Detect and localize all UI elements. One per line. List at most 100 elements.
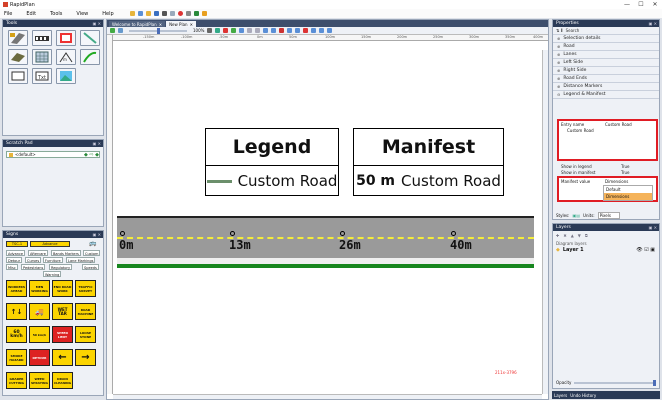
sign-road-machine[interactable]: ROAD MACHINE	[75, 303, 96, 320]
sign-smoke-hazard[interactable]: SMOKE HAZARD	[6, 349, 27, 366]
sign-50-kmh[interactable]: 50 km/h	[29, 326, 50, 343]
road-tool[interactable]	[8, 30, 28, 46]
marker-handle[interactable]	[451, 231, 456, 236]
tab-pedestrians[interactable]: Pedestrians	[21, 264, 46, 270]
tab-bands[interactable]: Bands Markers	[51, 250, 81, 256]
tab-layers[interactable]: Layers	[554, 393, 567, 398]
flip-icon[interactable]	[295, 28, 301, 33]
new-icon[interactable]	[129, 11, 135, 16]
delete-icon[interactable]	[223, 28, 229, 33]
sign-left-arrow[interactable]: ←	[52, 349, 73, 366]
menu-file[interactable]: File	[4, 11, 12, 17]
down-icon[interactable]: ▼	[578, 233, 581, 238]
sign-workers-ahead[interactable]: WORKERS AHEAD	[6, 280, 27, 297]
sort-icon[interactable]: ⇅ Ⅱ	[556, 28, 563, 33]
layer-icon[interactable]	[239, 28, 245, 33]
help-icon[interactable]	[201, 11, 207, 16]
grid-icon[interactable]	[247, 28, 253, 33]
sign-detour[interactable]: DETOUR	[29, 349, 50, 366]
tab-advance[interactable]: Advance	[6, 250, 26, 256]
sign-grader-cutting[interactable]: GRADER CUTTING	[6, 372, 27, 389]
text-tool[interactable]: Txt	[32, 68, 52, 84]
image-tool[interactable]	[56, 68, 76, 84]
marker-handle[interactable]	[230, 231, 235, 236]
section-road-ends[interactable]: ⊕ Road Ends	[553, 75, 659, 83]
vehicle-icon[interactable]: 🚌	[89, 240, 96, 247]
line-tool[interactable]	[80, 30, 100, 46]
dropdown-option-dimensions[interactable]: Dimensions	[604, 193, 652, 200]
add-layer-icon[interactable]: ✚	[556, 233, 559, 238]
minimize-button[interactable]: —	[620, 0, 634, 9]
manifest-box[interactable]: Manifest 50 m Custom Road	[353, 128, 504, 196]
menu-help[interactable]: Help	[102, 11, 113, 17]
up-icon[interactable]: ▲	[571, 233, 574, 238]
text-icon[interactable]	[311, 28, 317, 33]
tab-lane-markings[interactable]: Lane Markings	[66, 257, 96, 263]
sign-60-kmh[interactable]: 60 km/h	[6, 326, 27, 343]
tsc-select[interactable]: TSC-1	[6, 241, 28, 247]
export-icon[interactable]	[327, 28, 333, 33]
rotate-icon[interactable]	[118, 28, 123, 33]
barrier-tool[interactable]	[32, 30, 52, 46]
save-icon[interactable]	[153, 11, 159, 16]
tab-detour[interactable]: Detour	[6, 257, 23, 263]
measure-icon[interactable]	[319, 28, 325, 33]
section-selection-details[interactable]: ⊕ Selection details	[553, 35, 659, 43]
sign-weed-spraying[interactable]: WEED SPRAYING	[29, 372, 50, 389]
print-icon[interactable]	[161, 11, 167, 16]
vehicle-tool[interactable]	[8, 49, 28, 65]
tab-welcome[interactable]: Welcome to RapidPlan ✕	[109, 21, 166, 27]
tab-undo-history[interactable]: Undo History	[570, 393, 596, 398]
dropdown-option-default[interactable]: Default	[604, 186, 652, 193]
add-icon[interactable]: ◆ ⇨ ◆	[84, 152, 99, 158]
remove-icon[interactable]	[279, 28, 285, 33]
tab-custom[interactable]: Custom	[83, 250, 101, 256]
units-select[interactable]: Pixels	[597, 212, 620, 219]
copy-icon[interactable]	[263, 28, 269, 33]
tab-misc[interactable]: Misc	[6, 264, 18, 270]
fit-icon[interactable]	[215, 28, 221, 33]
zoom-icon[interactable]	[207, 28, 213, 33]
curve-tool[interactable]	[80, 49, 100, 65]
tab-warning[interactable]: Warning	[43, 271, 62, 277]
entry-name-box[interactable]: Entry name Custom Road Custom Road	[557, 119, 658, 161]
preview-icon[interactable]	[169, 11, 175, 16]
settings-icon[interactable]	[185, 11, 191, 16]
style-icon[interactable]: ▣▤	[572, 213, 580, 218]
panel-controls-icon[interactable]: ▣ ✕	[93, 21, 101, 26]
marker-handle[interactable]	[340, 231, 345, 236]
zoom-slider[interactable]	[129, 27, 187, 34]
section-lanes[interactable]: ⊕ Lanes	[553, 51, 659, 59]
section-right-side[interactable]: ⊕ Right Side	[553, 67, 659, 75]
group-icon[interactable]	[287, 28, 293, 33]
menu-view[interactable]: View	[76, 11, 88, 17]
manifest-value-select[interactable]: Dimensions	[605, 179, 628, 184]
panel-controls-icon[interactable]: ▣ ✕	[649, 225, 657, 230]
sign-wet-tar[interactable]: WET TAR	[52, 303, 73, 320]
sign-truck[interactable]: 🚚	[29, 303, 50, 320]
visibility-icon[interactable]: 👁 ☑ ▣	[636, 247, 655, 253]
stop-icon[interactable]	[177, 11, 183, 16]
sign-right-arrow[interactable]: →	[75, 349, 96, 366]
align-icon[interactable]	[231, 28, 237, 33]
legend-box[interactable]: Legend Custom Road	[205, 128, 339, 196]
section-legend-manifest[interactable]: ⊖ Legend & Manifest	[553, 91, 659, 99]
category-select[interactable]: Advance	[30, 241, 70, 247]
snap-icon[interactable]	[255, 28, 261, 33]
sign-traffic-survey[interactable]: TRAFFIC SURVEY	[75, 280, 96, 297]
manifest-value-box[interactable]: Manifest value Dimensions Default Dimens…	[557, 176, 658, 202]
export-icon[interactable]	[193, 11, 199, 16]
close-icon[interactable]: ✕	[190, 22, 193, 27]
opacity-slider[interactable]	[574, 379, 656, 386]
sign-tool[interactable]	[56, 30, 76, 46]
open-icon[interactable]	[137, 11, 143, 16]
vertical-scrollbar[interactable]	[542, 50, 548, 394]
marker-handle[interactable]	[120, 231, 125, 236]
panel-controls-icon[interactable]: ▣ ✕	[93, 232, 101, 237]
close-button[interactable]: ✕	[648, 0, 662, 9]
menu-tools[interactable]: Tools	[50, 11, 62, 17]
sign-drain-cleaning[interactable]: DRAIN CLEANING	[52, 372, 73, 389]
scratch-pad-select[interactable]: <default> ◆ ⇨ ◆	[6, 151, 100, 158]
section-left-side[interactable]: ⊕ Left Side	[553, 59, 659, 67]
close-icon[interactable]: ✕	[159, 22, 162, 27]
